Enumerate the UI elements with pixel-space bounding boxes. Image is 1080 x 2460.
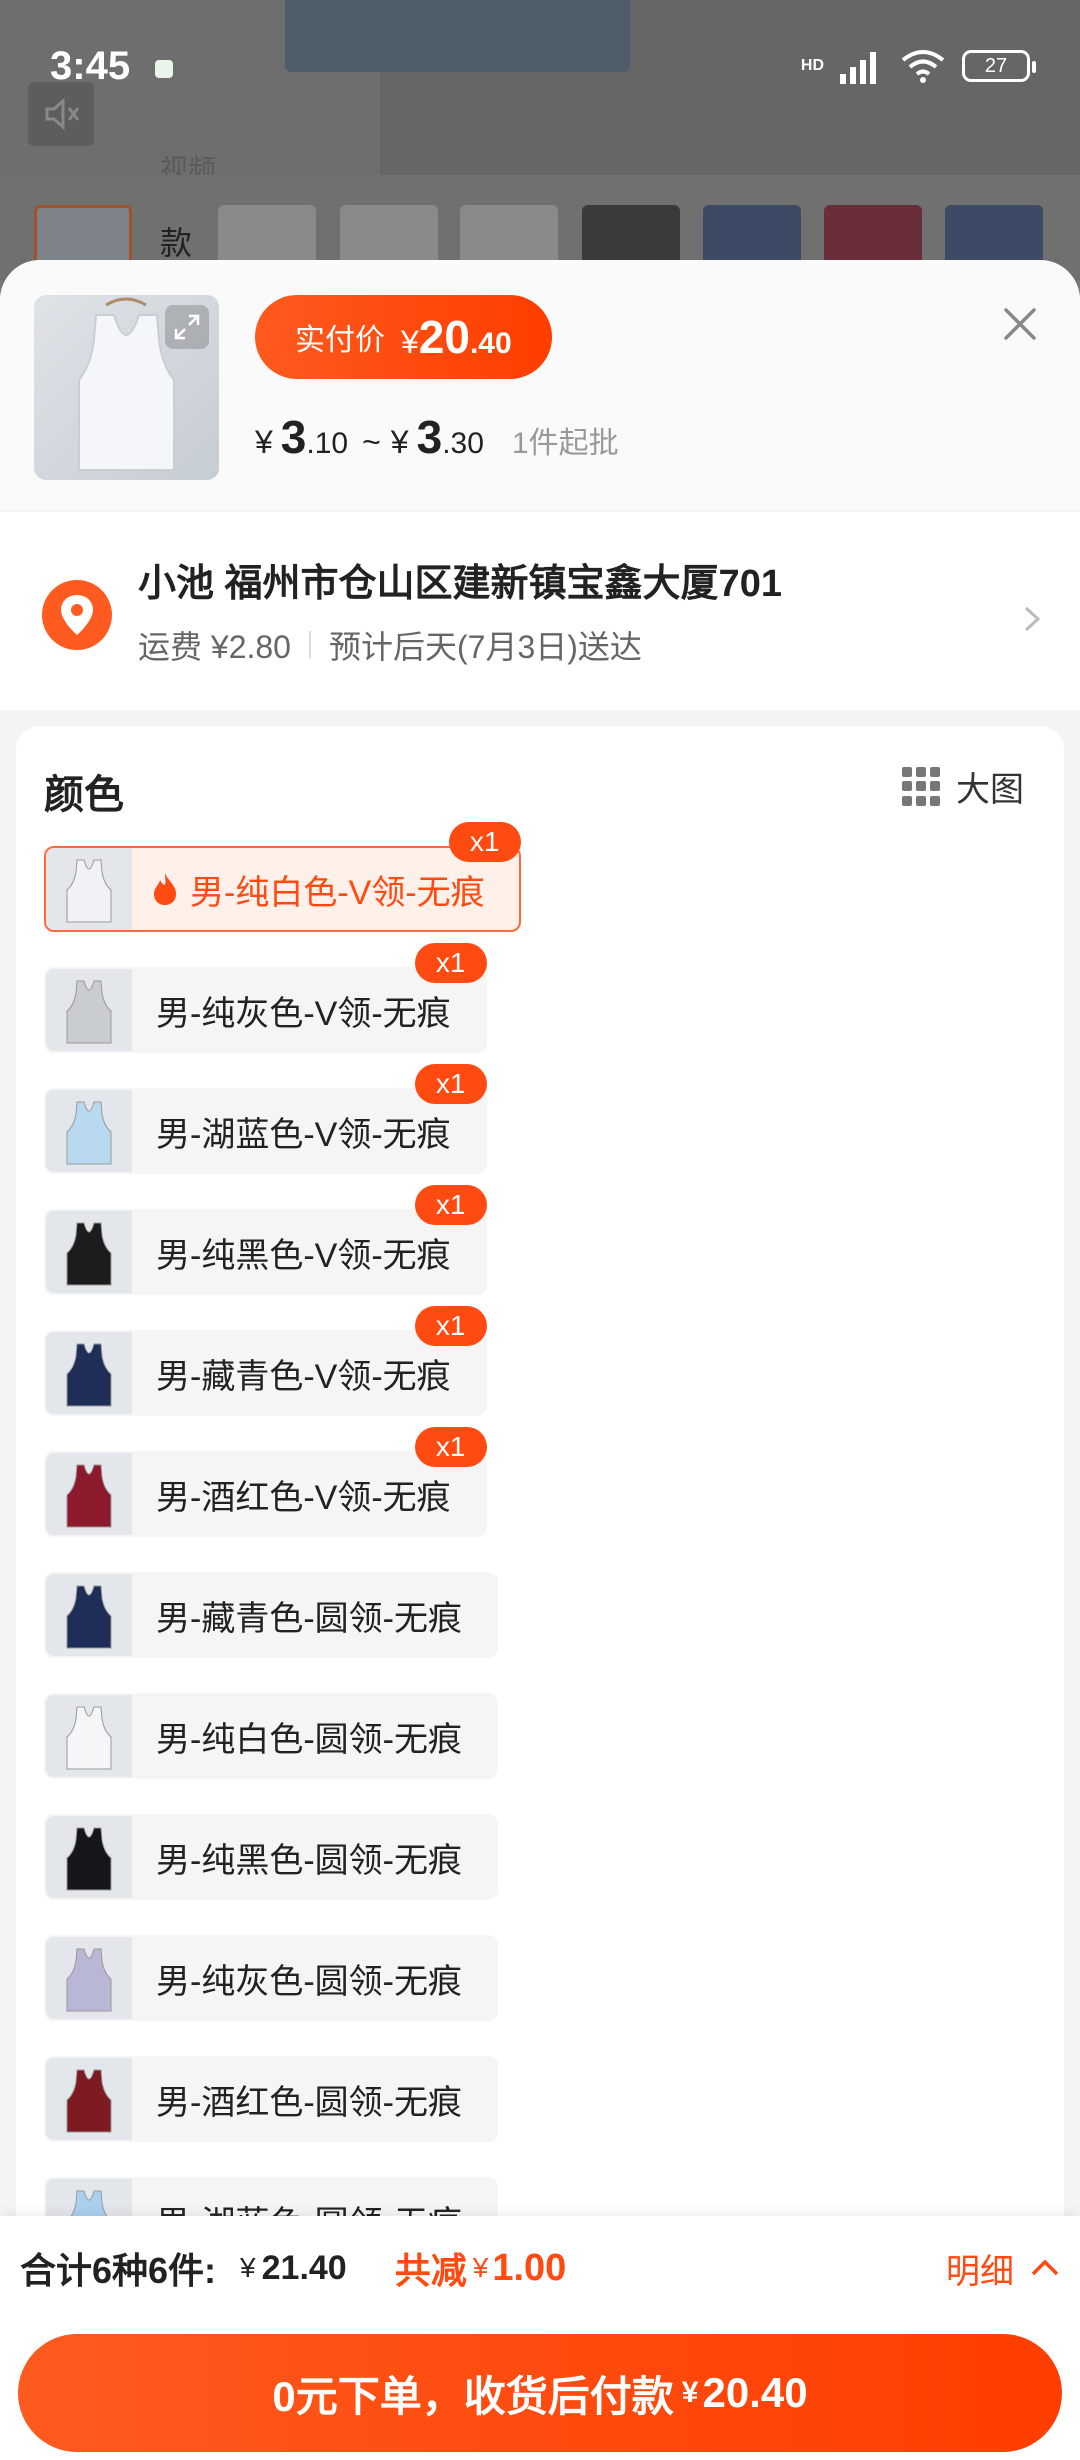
range-high-decimal: .30 (442, 427, 484, 460)
pay-price-integer: 20 (418, 311, 470, 363)
divider (308, 631, 311, 659)
range-high-integer: 3 (416, 411, 443, 463)
location-icon (42, 580, 112, 650)
range-currency: ¥ (390, 424, 409, 460)
detail-button[interactable]: 明细 (946, 2244, 1060, 2293)
address-row[interactable]: 小池 福州市仓山区建新镇宝鑫大厦701 运费 ¥2.80 预计后天(7月3日)送… (0, 512, 1080, 710)
color-option-label: 男-纯黑色-圆领-无痕 (156, 1841, 462, 1880)
quantity-badge: x1 (414, 1064, 487, 1104)
color-thumbnail (46, 1211, 132, 1293)
fire-icon (150, 871, 180, 907)
status-icons: HD 27 (800, 48, 1036, 84)
range-separator: ~ (362, 424, 381, 460)
shipping-fee: 运费 ¥2.80 (138, 629, 291, 665)
order-button-text: 0元下单，收货后付款 (272, 2372, 674, 2420)
chevron-up-icon (1031, 2259, 1059, 2276)
color-option[interactable]: 男-湖蓝色-V领-无痕 x1 (44, 1064, 487, 1174)
expand-icon[interactable] (165, 305, 209, 349)
place-order-button[interactable]: 0元下单，收货后付款 ¥ 20.40 (18, 2334, 1062, 2452)
color-thumbnail (46, 2058, 132, 2140)
background-style-label: 款 (160, 225, 193, 261)
signal-icon (840, 52, 876, 84)
summary-row: 合计6种6件: ¥ 21.40 共减 ¥ 1.00 明细 (20, 2238, 1060, 2298)
color-option[interactable]: 男-纯黑色-V领-无痕 x1 (44, 1185, 487, 1295)
color-option[interactable]: 男-酒红色-圆领-无痕 (44, 2056, 498, 2142)
range-low-decimal: .10 (306, 427, 349, 460)
color-option-label: 男-纯灰色-圆领-无痕 (156, 1962, 462, 2001)
product-image[interactable] (34, 295, 219, 480)
color-option[interactable]: 男-藏青色-V领-无痕 x1 (44, 1306, 487, 1416)
grid-icon (902, 766, 942, 807)
color-option-label: 男-酒红色-V领-无痕 (156, 1478, 451, 1517)
color-option-label: 男-纯白色-V领-无痕 (190, 873, 485, 912)
range-currency: ¥ (255, 424, 273, 460)
delivery-estimate: 预计后天(7月3日)送达 (328, 629, 642, 665)
color-thumbnail (46, 1332, 132, 1414)
color-option[interactable]: 男-纯灰色-V领-无痕 x1 (44, 943, 487, 1053)
color-thumbnail (46, 848, 132, 930)
color-thumbnail (46, 1695, 132, 1777)
quantity-badge: x1 (414, 1185, 487, 1225)
color-thumbnail (46, 1453, 132, 1535)
color-option-label: 男-纯黑色-V领-无痕 (156, 1236, 451, 1275)
quantity-badge: x1 (448, 822, 521, 862)
pay-price-decimal: .40 (469, 327, 512, 360)
order-currency: ¥ (681, 2376, 699, 2409)
big-image-label: 大图 (956, 771, 1024, 809)
color-section-title: 颜色 (44, 773, 124, 817)
color-option-label: 男-纯白色-圆领-无痕 (156, 1720, 462, 1759)
big-image-toggle[interactable]: 大图 (902, 762, 1024, 811)
quantity-badge: x1 (414, 1306, 487, 1346)
color-thumbnail (46, 1937, 132, 2019)
pay-price-pill: 实付价 ¥ 20 .40 (255, 295, 552, 379)
color-option-label: 男-纯灰色-V领-无痕 (156, 994, 451, 1033)
battery-icon: 27 (962, 50, 1036, 82)
color-option-label: 男-藏青色-圆领-无痕 (156, 1599, 462, 1638)
color-option[interactable]: 男-纯白色-V领-无痕 x1 (44, 822, 521, 932)
network-type: HD (800, 57, 824, 74)
pay-currency: ¥ (401, 324, 419, 360)
color-option-label: 男-酒红色-圆领-无痕 (156, 2083, 462, 2122)
price-range: ¥ 3 .10 ~ ¥ 3 .30 1件起批 (255, 410, 619, 464)
checkout-bar: 合计6种6件: ¥ 21.40 共减 ¥ 1.00 明细 0元下单，收货后付款 … (0, 2216, 1080, 2460)
discount-amount: 1.00 (492, 2246, 567, 2289)
chevron-right-icon (1022, 604, 1042, 634)
wifi-icon (901, 50, 945, 83)
range-low-integer: 3 (280, 411, 307, 463)
color-thumbnail (46, 1574, 132, 1656)
color-option[interactable]: 男-纯黑色-圆领-无痕 (44, 1814, 498, 1900)
color-option[interactable]: 男-酒红色-V领-无痕 x1 (44, 1427, 487, 1537)
quantity-badge: x1 (414, 1427, 487, 1467)
detail-label: 明细 (946, 2252, 1014, 2291)
close-icon[interactable] (996, 300, 1044, 348)
discount-currency: ¥ (472, 2252, 489, 2283)
status-time: 3:45 (50, 44, 131, 88)
quantity-badge: x1 (414, 943, 487, 983)
pay-price-label: 实付价 (295, 324, 385, 357)
total-amount: 21.40 (261, 2248, 347, 2287)
total-currency: ¥ (240, 2252, 256, 2283)
color-option-label: 男-湖蓝色-V领-无痕 (156, 1115, 451, 1154)
pay-price-value: ¥ 20 .40 (401, 310, 512, 364)
sku-sheet: 实付价 ¥ 20 .40 ¥ 3 .10 ~ ¥ 3 .30 1件起批 小池 福… (0, 260, 1080, 2460)
color-thumbnail (46, 969, 132, 1051)
min-order-label: 1件起批 (511, 427, 619, 460)
color-section: 颜色 大图 男-纯白色-V领-无痕 x1 男-纯灰色-V领-无痕 x1 男-湖蓝色-V领… (16, 726, 1064, 2460)
color-option[interactable]: 男-藏青色-圆领-无痕 (44, 1572, 498, 1658)
price-header: 实付价 ¥ 20 .40 ¥ 3 .10 ~ ¥ 3 .30 1件起批 (0, 260, 1080, 510)
color-option[interactable]: 男-纯灰色-圆领-无痕 (44, 1935, 498, 2021)
address-shipping-info: 运费 ¥2.80 预计后天(7月3日)送达 (138, 622, 642, 668)
order-amount: 20.40 (702, 2369, 808, 2416)
address-name: 小池 福州市仓山区建新镇宝鑫大厦701 (138, 563, 782, 605)
notification-icon (155, 60, 173, 78)
color-option-label: 男-藏青色-V领-无痕 (156, 1357, 451, 1396)
battery-level: 27 (984, 54, 1008, 77)
color-thumbnail (46, 1090, 132, 1172)
summary-label: 合计6种6件: (20, 2250, 217, 2291)
status-bar: 3:45 HD 27 (0, 0, 1080, 130)
color-option[interactable]: 男-纯白色-圆领-无痕 (44, 1693, 498, 1779)
discount-label: 共减 (394, 2250, 467, 2291)
color-thumbnail (46, 1816, 132, 1898)
